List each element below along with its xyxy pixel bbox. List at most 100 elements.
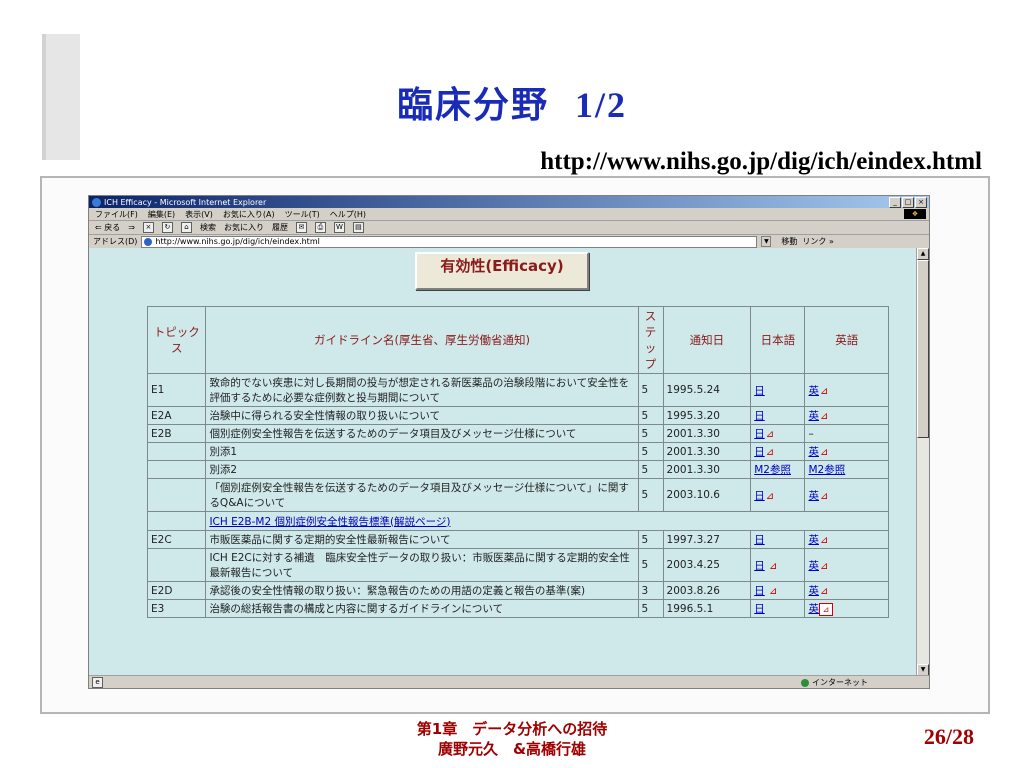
pdf-icon[interactable]: ⊿ [820,491,832,502]
ja-link[interactable]: 日 [754,603,765,615]
date-cell: 1995.5.24 [662,373,752,407]
pdf-icon[interactable]: ⊿ [766,491,778,502]
ja-cell: 日⊿ [750,478,806,512]
pdf-icon[interactable]: ⊿ [820,561,832,572]
en-link[interactable]: 英 [808,603,819,615]
en-link[interactable]: 英 [808,385,819,397]
topic-cell: E3 [146,599,207,618]
ja-link[interactable]: 日 [754,446,765,458]
table-row: E2A 治験中に得られる安全性情報の取り扱いについて 5 1995.3.20 日… [146,406,889,425]
guideline-name: 致命的でない疾患に対し長期間の投与が想定される新医薬品の治験段階において安全性を… [205,373,639,407]
footer-authors: 廣野元久 &高橋行雄 [437,740,587,758]
search-button[interactable]: 検索 [200,222,216,233]
print-icon[interactable]: ⎙ [314,222,326,233]
page-number: 26/28 [923,724,974,749]
guideline-name: 「個別症例安全性報告を伝送するためのデータ項目及びメッセージ仕様について」に関す… [205,478,639,512]
date-cell: 2001.3.30 [662,424,752,443]
topic-cell: E2C [146,530,207,549]
menu-file[interactable]: ファイル(F) [95,209,138,220]
scroll-up-icon[interactable]: ▲ [917,248,929,260]
pdf-icon[interactable]: ⊿ [766,448,778,458]
guideline-name: 個別症例安全性報告を伝送するためのデータ項目及びメッセージ仕様について [205,424,639,443]
windows-logo-icon: ❖ [904,209,926,219]
maximize-icon[interactable]: □ [902,197,914,208]
slide-title: 臨床分野 1/2 [0,76,1024,128]
pdf-icon[interactable]: ⊿ [820,412,832,422]
date-cell: 2003.4.25 [662,548,752,582]
menu-help[interactable]: ヘルプ(H) [330,209,366,220]
table-row: E1 致命的でない疾患に対し長期間の投与が想定される新医薬品の治験段階において安… [146,373,889,407]
ja-link[interactable]: 日 [754,585,765,597]
en-cell: 英⊿ [804,599,889,618]
pdf-icon[interactable]: ⊿ [769,587,781,597]
header-en: 英語 [804,306,889,374]
step-cell: 5 [637,548,664,582]
date-cell: 2003.10.6 [662,478,752,512]
edit-icon[interactable]: W [333,222,345,233]
en-link[interactable]: 英 [808,446,819,458]
ja-link[interactable]: 日 [754,428,765,440]
menu-edit[interactable]: 編集(E) [148,209,175,220]
e2b-m2-link[interactable]: ICH E2B-M2 個別症例安全性報告標準(解説ページ) [209,516,450,528]
ja-link[interactable]: 日 [754,410,765,422]
en-cell: 英⊿ [804,442,889,461]
mail-icon[interactable]: ✉ [295,222,307,233]
header-ja: 日本語 [750,306,806,374]
table-row: 別添2 5 2001.3.30 M2参照 M2参照 [146,460,889,479]
back-button[interactable]: ⇐ 戻る [95,222,120,233]
scroll-thumb[interactable] [917,260,929,438]
minimize-icon[interactable]: _ [889,197,901,208]
topic-cell: E2A [146,406,207,425]
pdf-icon[interactable]: ⊿ [818,603,833,616]
browser-window: ICH Efficacy - Microsoft Internet Explor… [88,195,930,689]
address-dropdown-icon[interactable]: ▼ [761,236,772,247]
en-link[interactable]: 英 [808,534,819,546]
go-button[interactable]: 移動 [781,236,797,247]
topic-cell [146,460,207,479]
links-button[interactable]: リンク » [802,236,833,247]
date-cell: 1997.3.27 [662,530,752,549]
guideline-table: トピックス ガイドライン名(厚生省、厚生労働省通知) ステップ 通知日 日本語 … [146,306,889,618]
step-cell: 5 [637,406,664,425]
en-link[interactable]: 英 [808,410,819,422]
ja-link[interactable]: 日 [754,534,765,546]
address-input[interactable]: http://www.nihs.go.jp/dig/ich/eindex.htm… [141,235,758,248]
ja-cell: 日 [750,599,806,618]
address-label: アドレス(D) [93,237,138,246]
home-icon[interactable]: ⌂ [180,222,192,233]
history-button[interactable]: 履歴 [272,222,288,233]
stop-icon[interactable]: × [142,222,154,233]
pdf-icon[interactable]: ⊿ [766,430,778,440]
en-link[interactable]: 英 [808,490,819,502]
close-icon[interactable]: × [915,197,927,208]
refresh-icon[interactable]: ↻ [161,222,173,233]
menu-tools[interactable]: ツール(T) [285,209,320,220]
table-row: E3 治験の総括報告書の構成と内容に関するガイドラインについて 5 1996.5… [146,599,889,618]
table-header-row: トピックス ガイドライン名(厚生省、厚生労働省通知) ステップ 通知日 日本語 … [146,306,889,374]
menu-favorites[interactable]: お気に入り(A) [223,209,275,220]
pdf-icon[interactable]: ⊿ [820,536,832,546]
ja-link[interactable]: 日 [754,490,765,502]
pdf-icon[interactable]: ⊿ [820,587,832,597]
forward-button[interactable]: ⇒ [128,223,135,232]
favorites-button[interactable]: お気に入り [224,222,264,233]
ja-link[interactable]: M2参照 [754,464,791,476]
ja-link[interactable]: 日 [754,385,765,397]
en-cell: 英⊿ [804,581,889,600]
table-row: E2D 承認後の安全性情報の取り扱い：緊急報告のための用語の定義と報告の基準(案… [146,581,889,600]
ja-link[interactable]: 日 [754,560,765,572]
vertical-scrollbar[interactable]: ▲ ▼ [916,248,929,676]
globe-icon [801,678,809,687]
security-zone: インターネット [801,677,868,688]
pdf-icon[interactable]: ⊿ [769,561,781,572]
en-link[interactable]: 英 [808,585,819,597]
table-row: ICH E2B-M2 個別症例安全性報告標準(解説ページ) [146,511,889,531]
en-link[interactable]: M2参照 [808,464,845,476]
en-cell: 英⊿ [804,530,889,549]
en-link[interactable]: 英 [808,560,819,572]
pdf-icon[interactable]: ⊿ [820,386,832,397]
step-cell: 5 [637,478,664,512]
pdf-icon[interactable]: ⊿ [820,448,832,458]
discuss-icon[interactable]: ▤ [352,222,364,233]
menu-view[interactable]: 表示(V) [185,209,213,220]
